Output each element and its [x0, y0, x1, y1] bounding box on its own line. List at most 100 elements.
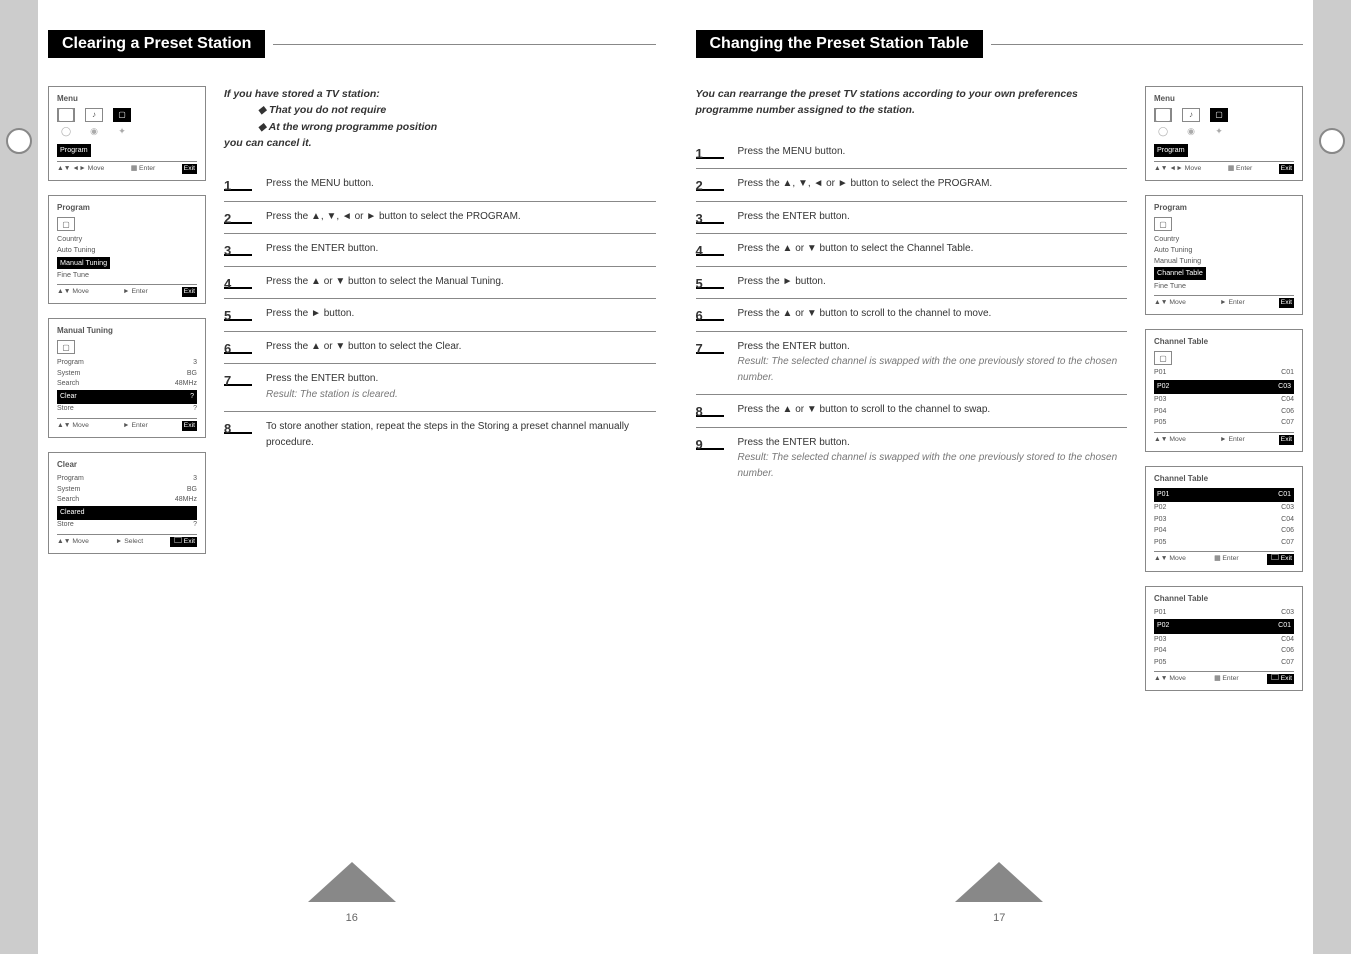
r-menu-icon-row2: ◯ ◉ ✦	[1154, 125, 1294, 139]
right-intro: You can rearrange the preset TV stations…	[696, 86, 1128, 119]
r-swap2-enter: ▦ Enter	[1214, 674, 1239, 684]
step-text: Press the ▲ or ▼ button to scroll to the…	[738, 402, 1128, 418]
left-title-rule	[273, 44, 655, 45]
r-menu-enter: ▦ Enter	[1228, 164, 1253, 174]
step-text: Press the ▲, ▼, ◄ or ► button to select …	[266, 209, 656, 225]
program-enter: ► Enter	[123, 287, 148, 297]
program-move: ▲▼ Move	[57, 287, 89, 297]
table-row: P04C06	[1154, 646, 1294, 657]
step-number: 3	[224, 241, 252, 256]
menu-foot: ▲▼ ◄► Move ▦ Enter Exit	[57, 161, 197, 174]
step-number: 6	[696, 306, 724, 321]
r-swap2-exit: Exit	[1267, 674, 1294, 684]
step-1: 1Press the MENU button.	[696, 137, 1128, 170]
table-row: P01C01	[1154, 488, 1294, 503]
step-number: 2	[224, 209, 252, 224]
step-text: Press the ▲ or ▼ button to scroll to the…	[738, 306, 1128, 322]
step-text: To store another station, repeat the ste…	[266, 419, 656, 450]
left-inner: If you have stored a TV station: ◆ That …	[48, 86, 656, 554]
step-text: Press the ENTER button.Result: The stati…	[266, 371, 656, 402]
table-row: P01C03	[1154, 608, 1294, 619]
table-row: Search48MHz	[57, 379, 197, 390]
icon-sound: ♪	[1182, 108, 1200, 122]
clear-foot: ▲▼ Move ► Select Exit	[57, 534, 197, 547]
menu-sel-label: Program	[57, 144, 91, 157]
clear-move: ▲▼ Move	[57, 537, 89, 547]
right-page-number: 17	[993, 912, 1005, 924]
step-8: 8Press the ▲ or ▼ button to scroll to th…	[696, 395, 1128, 428]
clear-subtitle: Clear	[57, 459, 197, 471]
table-row: P04C06	[1154, 407, 1294, 418]
menu-item: Manual Tuning	[57, 257, 110, 270]
left-page-number: 16	[346, 912, 358, 924]
intro-b1: ◆ That you do not require	[258, 102, 656, 118]
menu-item: Channel Table	[1154, 267, 1206, 280]
manual-exit: Exit	[182, 421, 197, 431]
table-row: P04C06	[1154, 526, 1294, 537]
step-text: Press the ▲ or ▼ button to select the Cl…	[266, 339, 656, 355]
step-7: 7Press the ENTER button.Result: The sele…	[696, 332, 1128, 396]
r-swap1-foot: ▲▼ Move ▦ Enter Exit	[1154, 551, 1294, 564]
table-row: P05C07	[1154, 418, 1294, 429]
icon-program: ▢	[113, 108, 131, 122]
step-result: Result: The selected channel is swapped …	[738, 354, 1128, 385]
step-number: 5	[696, 274, 724, 289]
table-row: P03C04	[1154, 395, 1294, 406]
step-4: 4Press the ▲ or ▼ button to select the M…	[224, 267, 656, 300]
r-swap1-subtitle: Channel Table	[1154, 473, 1294, 485]
r-table-exit: Exit	[1279, 435, 1294, 445]
icon-c: ✦	[113, 125, 131, 139]
menu-item: Fine Tune	[57, 270, 197, 281]
r-screen-table: Channel Table ▢ P01C01P02C03P03C04P04C06…	[1145, 329, 1303, 452]
r-menu-move: ▲▼ ◄► Move	[1154, 164, 1201, 174]
icon-display	[1154, 108, 1172, 122]
table-row: P03C04	[1154, 515, 1294, 526]
step-4: 4Press the ▲ or ▼ button to select the C…	[696, 234, 1128, 267]
table-row: Store?	[57, 404, 197, 415]
screen-program: Program ▢ CountryAuto TuningManual Tunin…	[48, 195, 206, 304]
table-row: P02C01	[1154, 619, 1294, 634]
intro-b2: ◆ At the wrong programme position	[258, 119, 656, 135]
step-8: 8To store another station, repeat the st…	[224, 412, 656, 459]
table-row: P05C07	[1154, 658, 1294, 669]
step-result: Result: The station is cleared.	[266, 387, 656, 403]
r-menu-icon-row1: ♪ ▢	[1154, 108, 1294, 122]
step-text: Press the MENU button.	[738, 144, 1128, 160]
step-number: 6	[224, 339, 252, 354]
r-table-subtitle: Channel Table	[1154, 336, 1294, 348]
manual-move: ▲▼ Move	[57, 421, 89, 431]
right-margin-bar	[1313, 0, 1351, 954]
step-text: Press the ▲, ▼, ◄ or ► button to select …	[738, 176, 1128, 192]
r-menu-sel: Program	[1154, 144, 1188, 157]
r-swap1-exit: Exit	[1267, 554, 1294, 564]
program-subtitle: Program	[57, 202, 197, 214]
r-menu-exit: Exit	[1279, 164, 1294, 174]
table-row: P02C03	[1154, 380, 1294, 395]
binder-hole-left	[6, 128, 32, 154]
content-spread: Clearing a Preset Station If you have st…	[38, 0, 1313, 954]
intro-lead: If you have stored a TV station:	[224, 88, 380, 100]
r-program-icon: ▢	[1154, 217, 1172, 231]
step-1: 1Press the MENU button.	[224, 169, 656, 202]
right-screens: Menu ♪ ▢ ◯ ◉ ✦ Program ▲	[1145, 86, 1303, 691]
step-number: 1	[224, 176, 252, 191]
step-text: Press the ENTER button.	[738, 209, 1128, 225]
right-page: Changing the Preset Station Table You ca…	[696, 30, 1304, 924]
r-program-enter: ► Enter	[1220, 298, 1245, 308]
right-title: Changing the Preset Station Table	[696, 30, 983, 58]
menu-enter: ▦ Enter	[131, 164, 156, 174]
r-menu-foot: ▲▼ ◄► Move ▦ Enter Exit	[1154, 161, 1294, 174]
manual-subtitle: Manual Tuning	[57, 325, 197, 337]
left-steps: If you have stored a TV station: ◆ That …	[224, 86, 656, 554]
table-row: P03C04	[1154, 635, 1294, 646]
intro-tail: you can cancel it.	[224, 137, 312, 149]
table-row: P05C07	[1154, 538, 1294, 549]
right-continue-arrow	[955, 862, 1043, 902]
r-swap1-enter: ▦ Enter	[1214, 554, 1239, 564]
table-row: Search48MHz	[57, 495, 197, 506]
step-number: 7	[696, 339, 724, 354]
left-continue-arrow	[308, 862, 396, 902]
icon-b: ◉	[85, 125, 103, 139]
left-page: Clearing a Preset Station If you have st…	[48, 30, 656, 924]
step-text: Press the ► button.	[266, 306, 656, 322]
